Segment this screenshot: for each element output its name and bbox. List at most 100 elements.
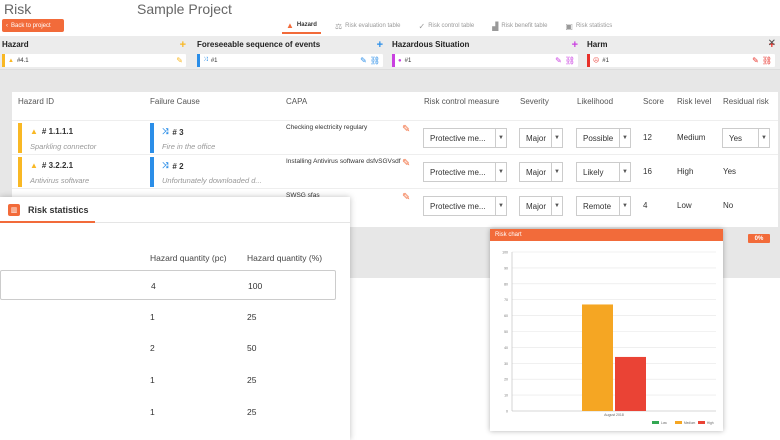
scale-icon: ⚖ (334, 21, 343, 31)
stats-row[interactable]: 2 50 (0, 333, 336, 363)
y-tick-label: 50 (504, 330, 508, 334)
risk-control-select[interactable]: Protective me... ▼ (423, 196, 507, 216)
close-icon[interactable]: ✕ (768, 38, 776, 49)
stats-title: Risk statistics (28, 204, 89, 215)
severity-select[interactable]: Major ▼ (519, 128, 563, 148)
table-row: ▲ # 3.2.2.1 Antivirus software ⤨ # 2 Unfor… (12, 154, 778, 187)
failure-cause-cell[interactable]: ⤨ # 2 Unfortunately downloaded d... (150, 157, 278, 187)
color-bar (18, 123, 22, 153)
hazard-cell[interactable]: ▲ # 3.2.2.1 Antivirus software (18, 157, 136, 187)
table-header: Hazard ID Failure Cause CAPA Risk contro… (12, 92, 778, 110)
hazard-id: # 1.1.1.1 (41, 127, 74, 136)
caret-down-icon: ▼ (551, 163, 562, 181)
back-button-label: Back to project (11, 22, 51, 29)
sad-face-icon: ☹ (593, 58, 600, 64)
failure-cause-cell[interactable]: ⤨ # 3 Fire in the office (150, 123, 278, 153)
pct-value: 25 (247, 407, 257, 417)
risk-control-select[interactable]: Protective me... ▼ (423, 128, 507, 148)
tab-risk-benefit[interactable]: ▟ Risk benefit table (488, 18, 551, 34)
chain-value: #1 (210, 57, 218, 64)
color-bar (587, 54, 590, 67)
edit-pencil-icon[interactable]: ✎ (176, 56, 183, 65)
select-value: Possible (583, 133, 614, 143)
link-icon[interactable]: ⛓ (762, 56, 772, 65)
edit-pencil-icon[interactable]: ✎ (402, 124, 410, 135)
select-value: Protective me... (430, 201, 486, 211)
chain-sequence-field[interactable]: ⤨ #1 ✎ ⛓ (197, 54, 383, 67)
progress-badge: 0% (748, 234, 770, 243)
risk-level-value: Low (677, 201, 692, 210)
edit-pencil-icon[interactable]: ✎ (555, 56, 562, 65)
residual-risk-select[interactable]: Yes ▼ (722, 128, 770, 148)
stats-row[interactable]: 1 25 (0, 397, 336, 427)
tab-risk-statistics[interactable]: ▣ Risk statistics (561, 18, 616, 34)
hazard-cell[interactable]: ▲ # 1.1.1.1 Sparkling connector (18, 123, 136, 153)
caret-down-icon: ▼ (619, 197, 630, 215)
y-tick-label: 70 (504, 298, 508, 302)
warning-icon: ▲ (8, 57, 14, 64)
y-tick-label: 0 (506, 410, 508, 414)
risk-control-select[interactable]: Protective me... ▼ (423, 162, 507, 182)
edit-pencil-icon[interactable]: ✎ (752, 56, 759, 65)
col-score: Score (643, 97, 664, 106)
col-failure-cause: Failure Cause (150, 97, 200, 106)
tab-risk-evaluation[interactable]: ⚖ Risk evaluation table (331, 18, 405, 34)
col-severity: Severity (520, 97, 549, 106)
select-value: Protective me... (430, 167, 486, 177)
hazard-desc: Sparkling connector (30, 142, 97, 151)
tab-label: Risk control table (428, 23, 475, 29)
color-bar (18, 157, 22, 187)
score-value: 16 (643, 167, 652, 176)
add-hazard-icon[interactable]: + (180, 39, 186, 51)
likelihood-select[interactable]: Possible ▼ (576, 128, 631, 148)
stats-row[interactable]: 4 100 (0, 270, 336, 300)
likelihood-select[interactable]: Likely ▼ (576, 162, 631, 182)
severity-select[interactable]: Major ▼ (519, 196, 563, 216)
link-icon[interactable]: ⛓ (565, 56, 575, 65)
chain-hazard-field[interactable]: ▲ #4.1 ✎ (2, 54, 186, 67)
tab-risk-control[interactable]: ✓ Risk control table (414, 18, 478, 34)
link-icon[interactable]: ⛓ (370, 56, 380, 65)
qty-value: 1 (150, 312, 155, 322)
risk-chart-panel: Risk chart 0 10 20 30 40 50 60 70 80 90 100 August … (490, 229, 723, 431)
x-tick-label: August 2018 (604, 413, 624, 417)
chain-harm-field[interactable]: ☹ #1 ✎ ⛓ (587, 54, 775, 67)
edit-pencil-icon[interactable]: ✎ (402, 192, 410, 203)
y-tick-label: 30 (504, 362, 508, 366)
caret-down-icon: ▼ (495, 197, 506, 215)
col-hazard-id: Hazard ID (18, 97, 55, 106)
alert-circle-icon: ● (398, 57, 402, 64)
shuffle-icon: ⤨ (162, 161, 169, 170)
chain-situation-field[interactable]: ● #1 ✎ ⛓ (392, 54, 578, 67)
select-value: Major (526, 133, 547, 143)
hazard-desc: Antivirus software (30, 176, 90, 185)
cause-id: # 2 (172, 161, 184, 171)
caret-down-icon: ▼ (551, 129, 562, 147)
severity-select[interactable]: Major ▼ (519, 162, 563, 182)
caret-down-icon: ▼ (551, 197, 562, 215)
risk-statistics-panel: ▥ Risk statistics Hazard quantity (pc) H… (0, 197, 350, 440)
y-tick-label: 20 (504, 378, 508, 382)
pct-value: 25 (247, 375, 257, 385)
likelihood-select[interactable]: Remote ▼ (576, 196, 631, 216)
legend-label: High (707, 421, 714, 425)
edit-pencil-icon[interactable]: ✎ (360, 56, 367, 65)
edit-pencil-icon[interactable]: ✎ (402, 158, 410, 169)
stats-row[interactable]: 1 25 (0, 365, 336, 395)
select-value: Yes (729, 133, 743, 143)
score-value: 12 (643, 133, 652, 142)
stats-row[interactable]: 1 25 (0, 302, 336, 332)
col-hazard-pct: Hazard quantity (%) (247, 253, 323, 263)
tab-hazard[interactable]: ▲ Hazard (282, 18, 321, 34)
tab-label: Risk benefit table (501, 23, 548, 29)
legend-label: Low (661, 421, 668, 425)
legend-swatch (652, 421, 659, 424)
caret-down-icon: ▼ (495, 163, 506, 181)
add-situation-icon[interactable]: + (572, 39, 578, 51)
select-value: Major (526, 201, 547, 211)
color-bar (2, 54, 5, 67)
add-sequence-icon[interactable]: + (377, 39, 383, 51)
shuffle-icon: ⤨ (162, 127, 169, 136)
cause-id: # 3 (172, 127, 184, 137)
back-to-project-button[interactable]: ‹ Back to project (2, 19, 64, 32)
